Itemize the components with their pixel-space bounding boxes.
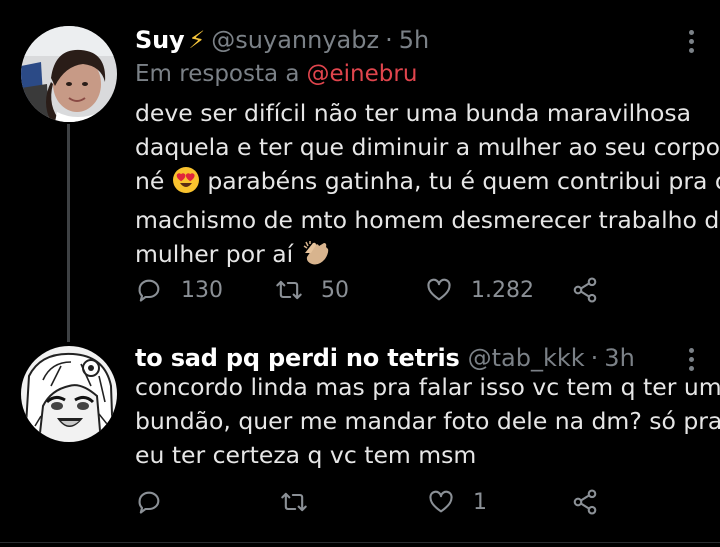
text-line: deve ser difícil não ter uma bunda marav… <box>135 99 692 127</box>
like-icon <box>427 278 451 301</box>
author-handle[interactable]: @suyannyabz <box>211 26 379 54</box>
share-icon <box>573 277 597 303</box>
text-fragment: mulher por aí <box>135 240 294 268</box>
text-line-with-emoji: né parabéns gatinha, tu é quem contribui… <box>135 164 720 203</box>
separator-dot: · <box>590 344 599 372</box>
tweet-tab-kkk[interactable]: to sad pq perdi no tetris @tab_kkk · 3h … <box>0 322 720 547</box>
avatar[interactable] <box>21 26 117 122</box>
like-count: 1.282 <box>471 277 534 303</box>
share-button[interactable] <box>571 272 599 308</box>
anime-drawing <box>21 346 117 442</box>
author-name[interactable]: to sad pq perdi no tetris <box>135 344 460 372</box>
tweet-header: Suy ⚡ @suyannyabz · 5h <box>135 26 429 54</box>
like-button[interactable]: 1.282 <box>425 272 534 308</box>
like-count: 1 <box>473 489 487 515</box>
text-line: machismo de mto homem desmerecer trabalh… <box>135 206 720 234</box>
text-line: concordo linda mas pra falar isso vc tem… <box>135 373 720 401</box>
divider <box>0 542 720 543</box>
profile-photo <box>21 26 117 122</box>
tweet-actions: 1 <box>135 484 695 524</box>
lightning-badge-icon: ⚡ <box>188 26 206 54</box>
like-button[interactable]: 1 <box>427 484 487 520</box>
tweet-actions: 130 50 1.282 <box>135 272 695 312</box>
reply-count: 130 <box>181 277 223 303</box>
reply-mention-link[interactable]: @einebru <box>307 61 418 87</box>
retweet-icon <box>276 280 302 300</box>
text-line: eu ter certeza q vc tem msm <box>135 441 477 469</box>
tweet-text: concordo linda mas pra falar isso vc tem… <box>135 370 720 472</box>
reply-prefix: Em resposta a <box>135 61 300 87</box>
text-line-with-emoji: mulher por aí <box>135 237 705 276</box>
text-line: daquela e ter que diminuir a mulher ao s… <box>135 133 720 161</box>
more-options-icon[interactable] <box>688 30 694 53</box>
retweet-icon <box>281 492 307 512</box>
thread-line <box>67 124 70 342</box>
reply-icon <box>138 279 160 302</box>
tweet-text: deve ser difícil não ter uma bunda marav… <box>135 96 720 276</box>
reply-button[interactable]: 130 <box>135 272 223 308</box>
timestamp[interactable]: 3h <box>604 344 634 372</box>
author-handle[interactable]: @tab_kkk <box>468 344 585 372</box>
text-line: bundão, quer me mandar foto dele na dm? … <box>135 407 720 435</box>
share-icon <box>573 489 597 515</box>
reply-button[interactable] <box>135 484 181 520</box>
tweet-header: to sad pq perdi no tetris @tab_kkk · 3h <box>135 344 635 372</box>
reply-icon <box>138 491 160 514</box>
tweet-suy[interactable]: Suy ⚡ @suyannyabz · 5h Em resposta a @ein… <box>0 0 720 342</box>
more-options-icon[interactable] <box>688 348 694 371</box>
heart-eyes-emoji-icon <box>172 166 200 203</box>
like-icon <box>429 490 453 513</box>
retweet-button[interactable] <box>280 484 326 520</box>
clapping-hands-emoji-icon <box>301 239 331 276</box>
reply-context: Em resposta a @einebru <box>135 61 417 87</box>
timestamp[interactable]: 5h <box>399 26 429 54</box>
text-fragment: parabéns gatinha, tu é quem contribui pr… <box>207 167 720 195</box>
retweet-button[interactable]: 50 <box>275 272 349 308</box>
separator-dot: · <box>385 26 393 54</box>
avatar[interactable] <box>21 346 117 442</box>
text-fragment: né <box>135 167 165 195</box>
author-name[interactable]: Suy <box>135 26 185 54</box>
retweet-count: 50 <box>321 277 349 303</box>
share-button[interactable] <box>571 484 599 520</box>
